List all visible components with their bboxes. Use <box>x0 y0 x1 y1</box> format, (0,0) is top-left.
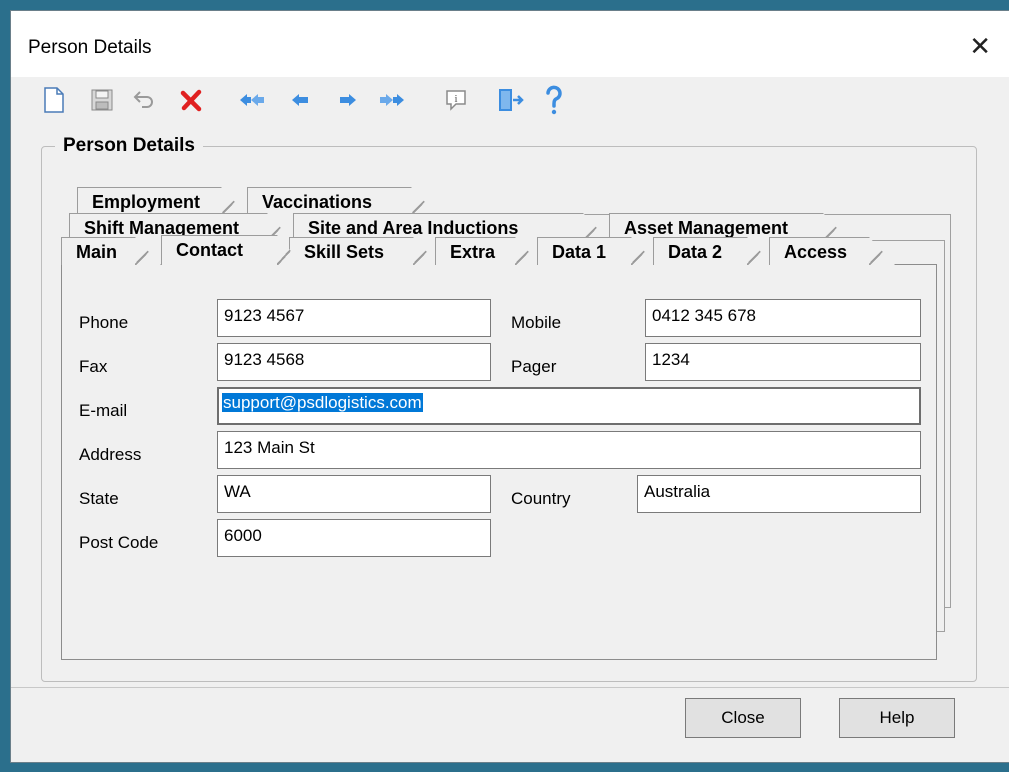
tab-employment[interactable]: Employment <box>77 187 247 215</box>
phone-label: Phone <box>79 313 129 332</box>
delete-icon[interactable] <box>177 83 207 117</box>
fax-field[interactable]: 9123 4568 <box>217 343 491 381</box>
mobile-label: Mobile <box>511 313 562 332</box>
country-label: Country <box>511 489 571 508</box>
address-field[interactable]: 123 Main St <box>217 431 921 469</box>
close-button[interactable]: Close <box>685 698 801 738</box>
svg-text:i: i <box>454 93 457 105</box>
postcode-field[interactable]: 6000 <box>217 519 491 557</box>
phone-field[interactable]: 9123 4567 <box>217 299 491 337</box>
state-label: State <box>79 489 119 508</box>
pager-field[interactable]: 1234 <box>645 343 921 381</box>
tab-site-and-area-inductions[interactable]: Site and Area Inductions <box>293 213 609 241</box>
new-icon[interactable] <box>39 83 69 117</box>
group-title: Person Details <box>55 135 203 157</box>
close-window-icon[interactable]: ✕ <box>969 31 991 61</box>
email-selected-text: support@psdlogistics.com <box>222 393 423 412</box>
first-record-icon[interactable] <box>237 83 267 117</box>
save-icon[interactable] <box>87 83 117 117</box>
exit-icon[interactable] <box>495 83 525 117</box>
email-field[interactable]: support@psdlogistics.com <box>217 387 921 425</box>
mobile-field[interactable]: 0412 345 678 <box>645 299 921 337</box>
next-record-icon[interactable] <box>333 83 363 117</box>
person-details-dialog: Person Details ✕ i Person Details Employ… <box>10 10 1009 763</box>
info-icon[interactable]: i <box>441 83 471 117</box>
previous-record-icon[interactable] <box>285 83 315 117</box>
undo-icon[interactable] <box>129 83 159 117</box>
state-field[interactable]: WA <box>217 475 491 513</box>
toolbar: i <box>11 77 1009 127</box>
title-bar: Person Details ✕ <box>11 11 1009 77</box>
email-label: E-mail <box>79 401 128 420</box>
last-record-icon[interactable] <box>377 83 407 117</box>
fax-label: Fax <box>79 357 108 376</box>
tab-vaccinations[interactable]: Vaccinations <box>247 187 437 215</box>
tab-asset-management[interactable]: Asset Management <box>609 213 849 241</box>
country-field[interactable]: Australia <box>637 475 921 513</box>
pager-label: Pager <box>511 357 557 376</box>
help-icon[interactable] <box>539 83 569 117</box>
help-button[interactable]: Help <box>839 698 955 738</box>
tab-skill-sets[interactable]: Skill Sets <box>289 237 439 265</box>
address-label: Address <box>79 445 142 464</box>
window-title: Person Details <box>28 37 152 58</box>
postcode-label: Post Code <box>79 533 159 552</box>
footer-separator <box>11 687 1009 688</box>
